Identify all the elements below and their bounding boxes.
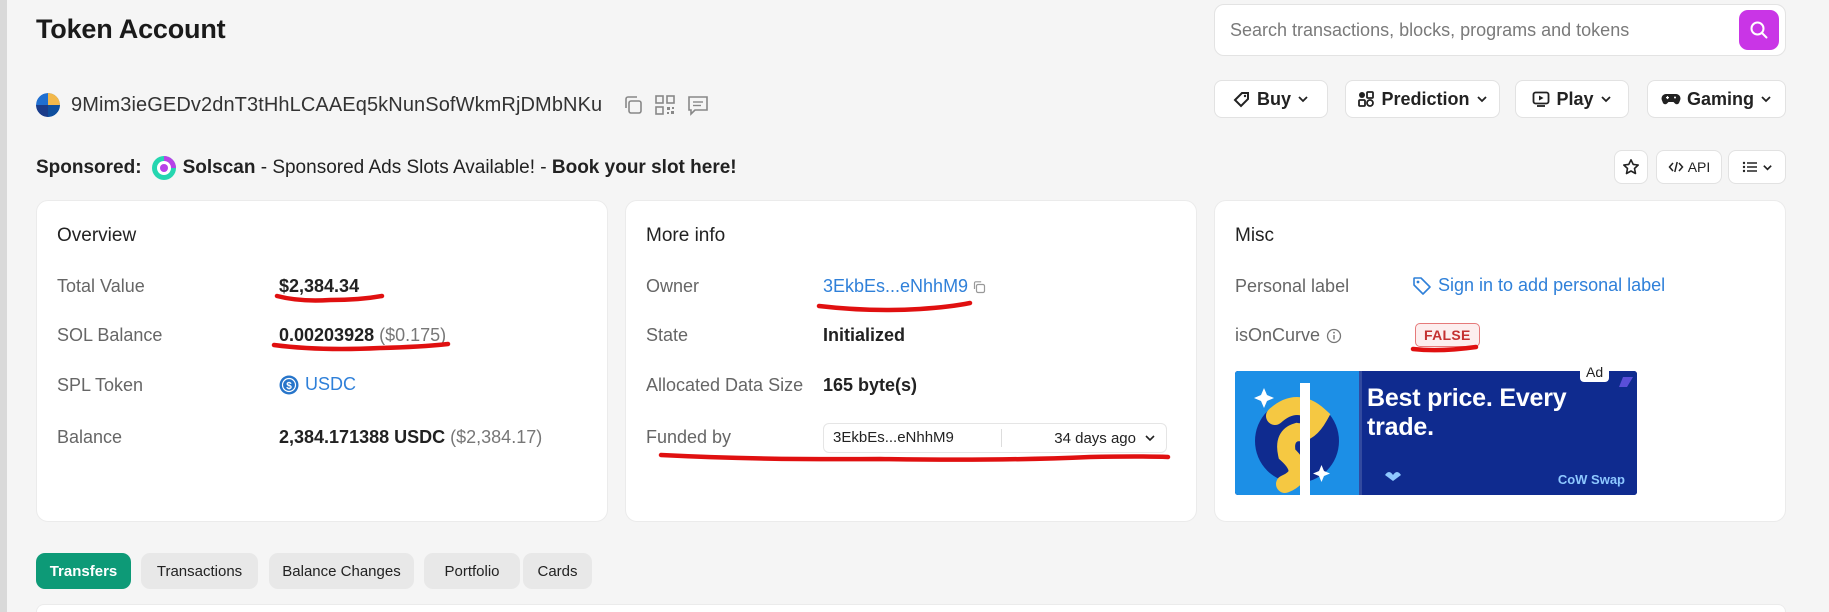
more-info-title: More info bbox=[646, 225, 726, 246]
more-info-card: More info Owner 3EkbEs...eNhhM9 State In… bbox=[625, 200, 1197, 522]
sol-balance: 0.00203928 bbox=[279, 325, 375, 345]
prediction-menu-button[interactable]: Prediction bbox=[1345, 80, 1500, 118]
usdc-icon: $ bbox=[279, 375, 299, 394]
copy-icon[interactable] bbox=[972, 280, 986, 294]
qr-code-icon[interactable] bbox=[654, 94, 676, 116]
token-account-logo bbox=[36, 93, 60, 117]
star-icon bbox=[1623, 159, 1639, 175]
chevron-down-icon bbox=[1145, 435, 1155, 442]
balance-value: 2,384.171388 USDC ($2,384.17) bbox=[279, 427, 542, 448]
owner-label: Owner bbox=[646, 276, 700, 296]
note-icon[interactable] bbox=[686, 94, 710, 116]
prediction-menu-label: Prediction bbox=[1381, 88, 1470, 109]
sponsored-banner: Sponsored: Solscan - Sponsored Ads Slots… bbox=[36, 155, 737, 181]
sol-balance-value: 0.00203928 ($0.175) bbox=[279, 325, 446, 346]
info-icon[interactable] bbox=[1326, 328, 1342, 344]
spl-token-link[interactable]: $ USDC bbox=[279, 374, 356, 395]
chevron-down-icon bbox=[1476, 96, 1487, 103]
svg-text:$: $ bbox=[286, 381, 292, 392]
is-on-curve-label: isOnCurve bbox=[1235, 325, 1321, 345]
is-on-curve-row: isOnCurve bbox=[1235, 325, 1342, 346]
account-address[interactable]: 9Mim3ieGEDv2dnT3tHhLCAAEq5kNunSofWkmRjDM… bbox=[71, 94, 602, 117]
personal-label-label: Personal label bbox=[1235, 276, 1350, 296]
book-slot-link[interactable]: Book your slot here! bbox=[552, 157, 737, 179]
buy-menu-button[interactable]: Buy bbox=[1214, 80, 1328, 118]
sponsored-brand[interactable]: Solscan bbox=[183, 157, 256, 179]
ad-tag: Ad bbox=[1580, 362, 1610, 382]
balance-label: Balance bbox=[57, 427, 123, 447]
prediction-icon bbox=[1358, 91, 1375, 107]
sponsored-text: - Sponsored Ads Slots Available! - bbox=[255, 157, 552, 178]
api-button[interactable]: API bbox=[1656, 150, 1722, 184]
total-value: $2,384.34 bbox=[279, 276, 360, 296]
search-icon bbox=[1750, 21, 1768, 39]
search-bar bbox=[1214, 4, 1786, 56]
personal-label-text: Sign in to add personal label bbox=[1438, 275, 1666, 295]
search-button[interactable] bbox=[1739, 10, 1779, 50]
data-size-label: Allocated Data Size bbox=[646, 375, 804, 395]
tab-transactions[interactable]: Transactions bbox=[141, 553, 258, 589]
owner-link[interactable]: 3EkbEs...eNhhM9 bbox=[823, 276, 968, 297]
sol-balance-usd: ($0.175) bbox=[379, 325, 447, 345]
list-icon bbox=[1742, 161, 1757, 173]
search-input[interactable] bbox=[1215, 5, 1739, 55]
balance: 2,384.171388 USDC bbox=[279, 427, 446, 447]
play-icon bbox=[1533, 91, 1550, 107]
misc-title: Misc bbox=[1235, 225, 1275, 246]
chevron-down-icon bbox=[1600, 96, 1611, 103]
data-size-value: 165 byte(s) bbox=[823, 375, 918, 395]
play-menu-label: Play bbox=[1556, 88, 1594, 109]
account-address-row: 9Mim3ieGEDv2dnT3tHhLCAAEq5kNunSofWkmRjDM… bbox=[36, 90, 710, 120]
play-menu-button[interactable]: Play bbox=[1515, 80, 1629, 118]
total-value-label: Total Value bbox=[57, 276, 145, 296]
chevron-down-icon bbox=[1762, 164, 1772, 171]
balance-usd: ($2,384.17) bbox=[450, 427, 543, 447]
chevron-down-icon bbox=[1761, 96, 1771, 103]
ad-headline-line-1: Best price. Every bbox=[1367, 384, 1567, 412]
favorite-button[interactable] bbox=[1614, 150, 1648, 184]
tab-cards[interactable]: Cards bbox=[523, 553, 592, 589]
spl-token-label: SPL Token bbox=[57, 375, 144, 395]
sol-balance-label: SOL Balance bbox=[57, 325, 163, 345]
funded-by-dropdown[interactable]: 34 days ago bbox=[1002, 430, 1166, 447]
funded-by-time: 34 days ago bbox=[1054, 429, 1136, 447]
ad-banner[interactable]: Best price. Every trade. CoW Swap bbox=[1235, 371, 1637, 495]
personal-label-link[interactable]: Sign in to add personal label bbox=[1412, 275, 1665, 296]
tab-portfolio[interactable]: Portfolio bbox=[424, 553, 520, 589]
code-icon bbox=[1668, 161, 1684, 173]
owner-value: 3EkbEs...eNhhM9 bbox=[823, 276, 986, 297]
overview-card: Overview Total Value $2,384.34 SOL Balan… bbox=[36, 200, 608, 522]
tag-icon bbox=[1413, 276, 1431, 295]
funded-by-address[interactable]: 3EkbEs...eNhhM9 bbox=[824, 429, 1002, 447]
funded-by-label: Funded by bbox=[646, 427, 732, 447]
content-panel-top bbox=[36, 604, 1786, 612]
ad-headline: Best price. Every trade. bbox=[1367, 384, 1567, 442]
solscan-logo-icon bbox=[151, 155, 177, 181]
tab-balance-changes[interactable]: Balance Changes bbox=[269, 553, 414, 589]
copy-icon[interactable] bbox=[622, 94, 644, 116]
ad-brand: CoW Swap bbox=[1557, 472, 1625, 487]
overview-title: Overview bbox=[57, 225, 137, 246]
is-on-curve-badge: FALSE bbox=[1415, 323, 1480, 347]
page-title: Token Account bbox=[36, 14, 226, 44]
spl-token-name: USDC bbox=[305, 374, 357, 394]
gaming-menu-label: Gaming bbox=[1686, 88, 1754, 109]
gamepad-icon bbox=[1661, 94, 1681, 105]
sponsored-label: Sponsored: bbox=[36, 157, 142, 178]
ad-headline-line-2: trade. bbox=[1367, 413, 1434, 441]
api-button-label: API bbox=[1687, 159, 1711, 175]
buy-menu-label: Buy bbox=[1256, 88, 1291, 109]
list-options-button[interactable] bbox=[1728, 150, 1786, 184]
buy-icon bbox=[1233, 92, 1249, 108]
chevron-down-icon bbox=[1298, 96, 1308, 103]
state-label: State bbox=[646, 325, 689, 345]
gaming-menu-button[interactable]: Gaming bbox=[1647, 80, 1786, 118]
misc-card: Misc Personal label Sign in to add perso… bbox=[1214, 200, 1786, 522]
window-edge bbox=[0, 0, 7, 612]
tab-transfers[interactable]: Transfers bbox=[36, 553, 131, 589]
state-value: Initialized bbox=[823, 325, 906, 345]
funded-by-box[interactable]: 3EkbEs...eNhhM9 34 days ago bbox=[823, 423, 1167, 453]
